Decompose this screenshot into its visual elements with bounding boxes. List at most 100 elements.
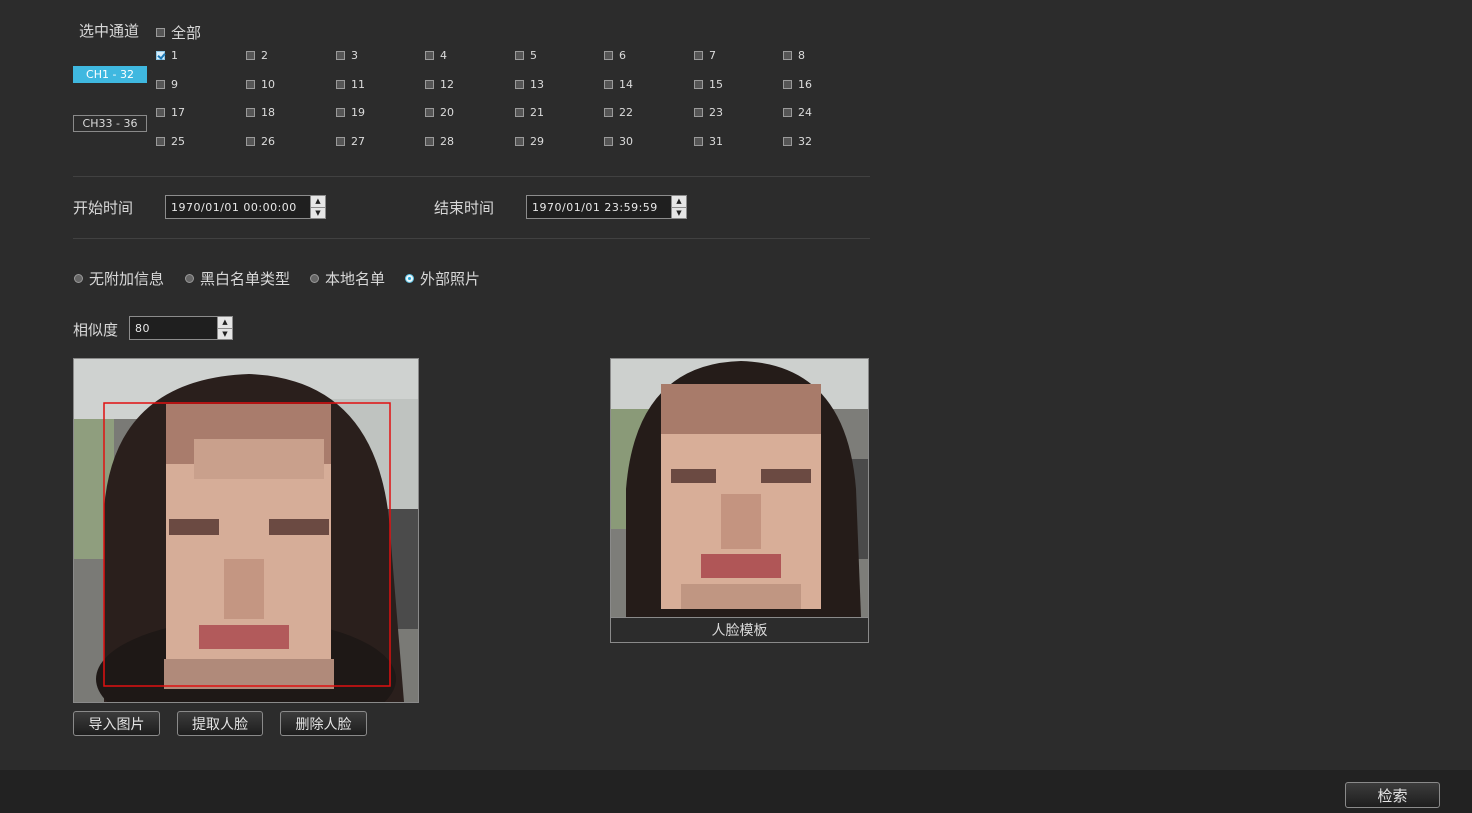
checkbox-box[interactable] [156,51,165,60]
channel-checkbox-11[interactable]: 11 [336,78,365,91]
spin-down-icon[interactable]: ▼ [311,206,325,219]
spin-up-icon[interactable]: ▲ [672,196,686,207]
spin-down-icon[interactable]: ▼ [672,206,686,219]
spin-down-icon[interactable]: ▼ [218,327,232,340]
radio-label: 本地名单 [325,270,386,288]
tab-ch33-36[interactable]: CH33 - 36 [73,115,147,132]
checkbox-box[interactable] [156,108,165,117]
checkbox-box[interactable] [783,80,792,89]
checkbox-box[interactable] [783,108,792,117]
extract-face-button[interactable]: 提取人脸 [177,711,263,736]
checkbox-box[interactable] [425,108,434,117]
spin-up-icon[interactable]: ▲ [218,317,232,328]
checkbox-box[interactable] [783,137,792,146]
checkbox-box[interactable] [246,80,255,89]
channel-checkbox-30[interactable]: 30 [604,135,633,148]
channel-checkbox-13[interactable]: 13 [515,78,544,91]
checkbox-box[interactable] [336,51,345,60]
channel-checkbox-9[interactable]: 9 [156,78,178,91]
channel-checkbox-10[interactable]: 10 [246,78,275,91]
channel-checkbox-32[interactable]: 32 [783,135,812,148]
radio-dot[interactable] [185,274,194,283]
channel-checkbox-1[interactable]: 1 [156,49,178,62]
checkbox-box[interactable] [156,28,165,37]
checkbox-box[interactable] [515,108,524,117]
channel-checkbox-25[interactable]: 25 [156,135,185,148]
checkbox-box[interactable] [515,51,524,60]
start-time-spinbox[interactable]: 1970/01/01 00:00:00 ▲ ▼ [165,195,326,219]
channel-checkbox-28[interactable]: 28 [425,135,454,148]
channel-checkbox-7[interactable]: 7 [694,49,716,62]
import-image-button[interactable]: 导入图片 [73,711,160,736]
channel-checkbox-6[interactable]: 6 [604,49,626,62]
radio-blacklist-type[interactable]: 黑白名单类型 [185,268,290,289]
checkbox-box[interactable] [156,137,165,146]
channel-checkbox-3[interactable]: 3 [336,49,358,62]
channel-checkbox-18[interactable]: 18 [246,106,275,119]
channel-label: 15 [709,78,723,91]
radio-no-extra-info[interactable]: 无附加信息 [74,268,164,289]
start-time-label: 开始时间 [73,199,134,217]
search-button[interactable]: 检索 [1345,782,1440,808]
radio-external-photo[interactable]: 外部照片 [405,268,480,289]
channel-checkbox-20[interactable]: 20 [425,106,454,119]
checkbox-box[interactable] [425,51,434,60]
channel-checkbox-19[interactable]: 19 [336,106,365,119]
checkbox-box[interactable] [156,80,165,89]
channel-checkbox-15[interactable]: 15 [694,78,723,91]
channel-checkbox-26[interactable]: 26 [246,135,275,148]
channel-checkbox-21[interactable]: 21 [515,106,544,119]
channel-checkbox-8[interactable]: 8 [783,49,805,62]
checkbox-box[interactable] [694,137,703,146]
radio-dot[interactable] [405,274,414,283]
face-template-panel: 人脸模板 [610,358,869,643]
similarity-spinbox[interactable]: 80 ▲ ▼ [129,316,233,340]
channel-checkbox-5[interactable]: 5 [515,49,537,62]
similarity-value[interactable]: 80 [130,322,217,335]
checkbox-box[interactable] [336,137,345,146]
channel-checkbox-12[interactable]: 12 [425,78,454,91]
checkbox-box[interactable] [515,80,524,89]
start-time-value[interactable]: 1970/01/01 00:00:00 [166,201,310,214]
checkbox-box[interactable] [604,137,613,146]
radio-dot[interactable] [74,274,83,283]
channel-checkbox-29[interactable]: 29 [515,135,544,148]
checkbox-box[interactable] [694,51,703,60]
channel-checkbox-4[interactable]: 4 [425,49,447,62]
checkbox-box[interactable] [694,80,703,89]
select-all-checkbox[interactable]: 全部 [156,22,201,43]
channel-label: 11 [351,78,365,91]
radio-dot[interactable] [310,274,319,283]
checkbox-box[interactable] [246,137,255,146]
channel-checkbox-24[interactable]: 24 [783,106,812,119]
checkbox-box[interactable] [425,80,434,89]
checkbox-box[interactable] [604,51,613,60]
checkbox-box[interactable] [783,51,792,60]
end-time-spinbox[interactable]: 1970/01/01 23:59:59 ▲ ▼ [526,195,687,219]
checkbox-box[interactable] [425,137,434,146]
checkbox-box[interactable] [336,80,345,89]
channel-label: 24 [798,106,812,119]
channel-label: 5 [530,49,537,62]
channel-checkbox-17[interactable]: 17 [156,106,185,119]
delete-face-button[interactable]: 删除人脸 [280,711,367,736]
radio-local-list[interactable]: 本地名单 [310,268,385,289]
channel-checkbox-2[interactable]: 2 [246,49,268,62]
channel-checkbox-16[interactable]: 16 [783,78,812,91]
checkbox-box[interactable] [246,108,255,117]
channel-checkbox-22[interactable]: 22 [604,106,633,119]
checkbox-box[interactable] [604,80,613,89]
spin-up-icon[interactable]: ▲ [311,196,325,207]
checkbox-box[interactable] [604,108,613,117]
checkbox-box[interactable] [246,51,255,60]
channel-checkbox-23[interactable]: 23 [694,106,723,119]
channel-checkbox-31[interactable]: 31 [694,135,723,148]
end-time-value[interactable]: 1970/01/01 23:59:59 [527,201,671,214]
channel-checkbox-27[interactable]: 27 [336,135,365,148]
tab-ch1-32[interactable]: CH1 - 32 [73,66,147,83]
checkbox-box[interactable] [694,108,703,117]
channel-checkbox-14[interactable]: 14 [604,78,633,91]
checkbox-box[interactable] [515,137,524,146]
checkbox-box[interactable] [336,108,345,117]
face-template-caption: 人脸模板 [711,623,768,639]
